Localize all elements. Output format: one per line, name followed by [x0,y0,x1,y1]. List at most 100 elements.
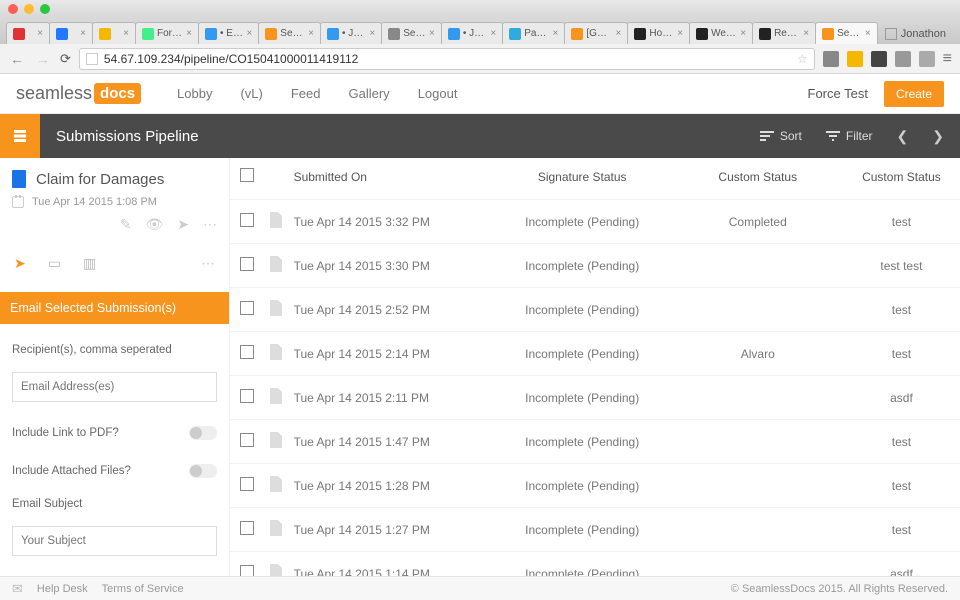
table-row[interactable]: Tue Apr 14 2015 1:28 PMIncomplete (Pendi… [230,464,960,508]
prev-page-button[interactable]: ❮ [897,128,909,145]
nav-link[interactable]: (vL) [240,86,262,101]
tab-close-icon[interactable]: × [803,28,809,39]
tab-close-icon[interactable]: × [677,28,683,39]
tab-film-icon[interactable]: ▥ [83,255,96,272]
tab-close-icon[interactable]: × [80,28,86,39]
col-signature-status[interactable]: Signature Status [492,158,673,200]
tab-close-icon[interactable]: × [369,28,375,39]
window-close-icon[interactable] [8,4,18,14]
row-checkbox[interactable] [240,389,254,403]
extension-icon[interactable] [919,51,935,67]
row-checkbox[interactable] [240,257,254,271]
tab-close-icon[interactable]: × [616,28,622,39]
table-row[interactable]: Tue Apr 14 2015 1:27 PMIncomplete (Pendi… [230,508,960,552]
sort-button[interactable]: Sort [760,129,802,143]
browser-tab[interactable]: Pando× [502,22,565,44]
browser-tab[interactable]: [GSA F× [564,22,628,44]
edit-icon[interactable]: ✎ [120,216,132,233]
tab-close-icon[interactable]: × [308,28,314,39]
tab-close-icon[interactable]: × [186,28,192,39]
table-row[interactable]: Tue Apr 14 2015 3:30 PMIncomplete (Pendi… [230,244,960,288]
reload-button[interactable]: ⟳ [60,51,71,67]
tab-close-icon[interactable]: × [123,28,129,39]
mail-icon[interactable]: ✉ [12,581,23,597]
filter-label: Filter [846,129,873,143]
browser-profile[interactable]: Jonathon [877,24,954,44]
col-custom-status-1[interactable]: Custom Status [673,158,843,200]
address-bar[interactable]: 54.67.109.234/pipeline/CO150410000114191… [79,48,815,70]
terms-link[interactable]: Terms of Service [102,583,184,595]
tab-close-icon[interactable]: × [490,28,496,39]
nav-link[interactable]: Lobby [177,86,212,101]
table-row[interactable]: Tue Apr 14 2015 2:52 PMIncomplete (Pendi… [230,288,960,332]
row-checkbox[interactable] [240,213,254,227]
subject-input[interactable] [12,526,217,556]
extension-icon[interactable] [823,51,839,67]
tab-more-icon[interactable]: ⋯ [201,255,215,272]
browser-tab[interactable]: • Ente× [198,22,259,44]
bookmark-star-icon[interactable]: ☆ [797,52,808,66]
create-button[interactable]: Create [884,81,944,107]
tab-close-icon[interactable]: × [553,28,559,39]
window-minimize-icon[interactable] [24,4,34,14]
table-row[interactable]: Tue Apr 14 2015 1:14 PMIncomplete (Pendi… [230,552,960,577]
row-checkbox[interactable] [240,345,254,359]
more-icon[interactable]: ⋯ [203,216,217,233]
tab-close-icon[interactable]: × [246,28,252,39]
table-row[interactable]: Tue Apr 14 2015 2:11 PMIncomplete (Pendi… [230,376,960,420]
send-icon[interactable]: ➤ [177,216,189,233]
pipeline-badge-icon [0,114,40,158]
extension-icon[interactable] [895,51,911,67]
window-zoom-icon[interactable] [40,4,50,14]
forward-button[interactable]: → [34,51,52,67]
col-custom-status-2[interactable]: Custom Status [843,158,960,200]
nav-link[interactable]: Logout [418,86,458,101]
row-checkbox[interactable] [240,521,254,535]
tab-close-icon[interactable]: × [37,28,43,39]
select-all-checkbox[interactable] [240,168,254,182]
toggle-pdf[interactable] [189,426,217,440]
preview-icon[interactable]: 👁 [145,216,163,233]
browser-tab[interactable]: Report× [752,22,816,44]
table-row[interactable]: Tue Apr 14 2015 2:14 PMIncomplete (Pendi… [230,332,960,376]
browser-tab[interactable]: • Jona× [320,22,382,44]
tab-close-icon[interactable]: × [429,28,435,39]
next-page-button[interactable]: ❯ [932,128,944,145]
browser-tab[interactable]: Setup× [381,22,442,44]
tab-close-icon[interactable]: × [740,28,746,39]
mac-titlebar [0,0,960,18]
tab-send-icon[interactable]: ➤ [14,255,26,272]
force-test-link[interactable]: Force Test [808,86,868,101]
nav-link[interactable]: Gallery [349,86,390,101]
row-checkbox[interactable] [240,301,254,315]
help-desk-link[interactable]: Help Desk [37,583,88,595]
browser-tab[interactable]: × [92,22,136,44]
row-checkbox[interactable] [240,433,254,447]
tab-clipboard-icon[interactable]: ▭ [48,255,61,272]
table-row[interactable]: Tue Apr 14 2015 3:32 PMIncomplete (Pendi… [230,200,960,244]
cell-submitted: Tue Apr 14 2015 2:52 PM [290,288,492,332]
toggle-files[interactable] [189,464,217,478]
browser-menu-icon[interactable]: ≡ [943,50,952,68]
browser-tab[interactable]: • Jona× [441,22,503,44]
tab-close-icon[interactable]: × [865,28,871,39]
row-checkbox[interactable] [240,565,254,576]
col-submitted[interactable]: Submitted On [290,158,492,200]
browser-tab[interactable]: Hostin× [627,22,690,44]
filter-button[interactable]: Filter [826,129,873,143]
browser-tab[interactable]: Seaml× [815,22,878,44]
table-row[interactable]: Tue Apr 14 2015 1:47 PMIncomplete (Pendi… [230,420,960,464]
browser-tab[interactable]: Seaml× [258,22,321,44]
recipients-input[interactable] [12,372,217,402]
back-button[interactable]: ← [8,51,26,67]
profile-icon [885,28,897,40]
browser-tab[interactable]: × [49,22,93,44]
extension-icon[interactable] [847,51,863,67]
browser-tab[interactable]: × [6,22,50,44]
browser-tab[interactable]: Webflo× [689,22,753,44]
brand-logo[interactable]: seamlessdocs [16,83,141,104]
nav-link[interactable]: Feed [291,86,321,101]
browser-tab[interactable]: FormC× [135,22,199,44]
row-checkbox[interactable] [240,477,254,491]
extension-icon[interactable] [871,51,887,67]
